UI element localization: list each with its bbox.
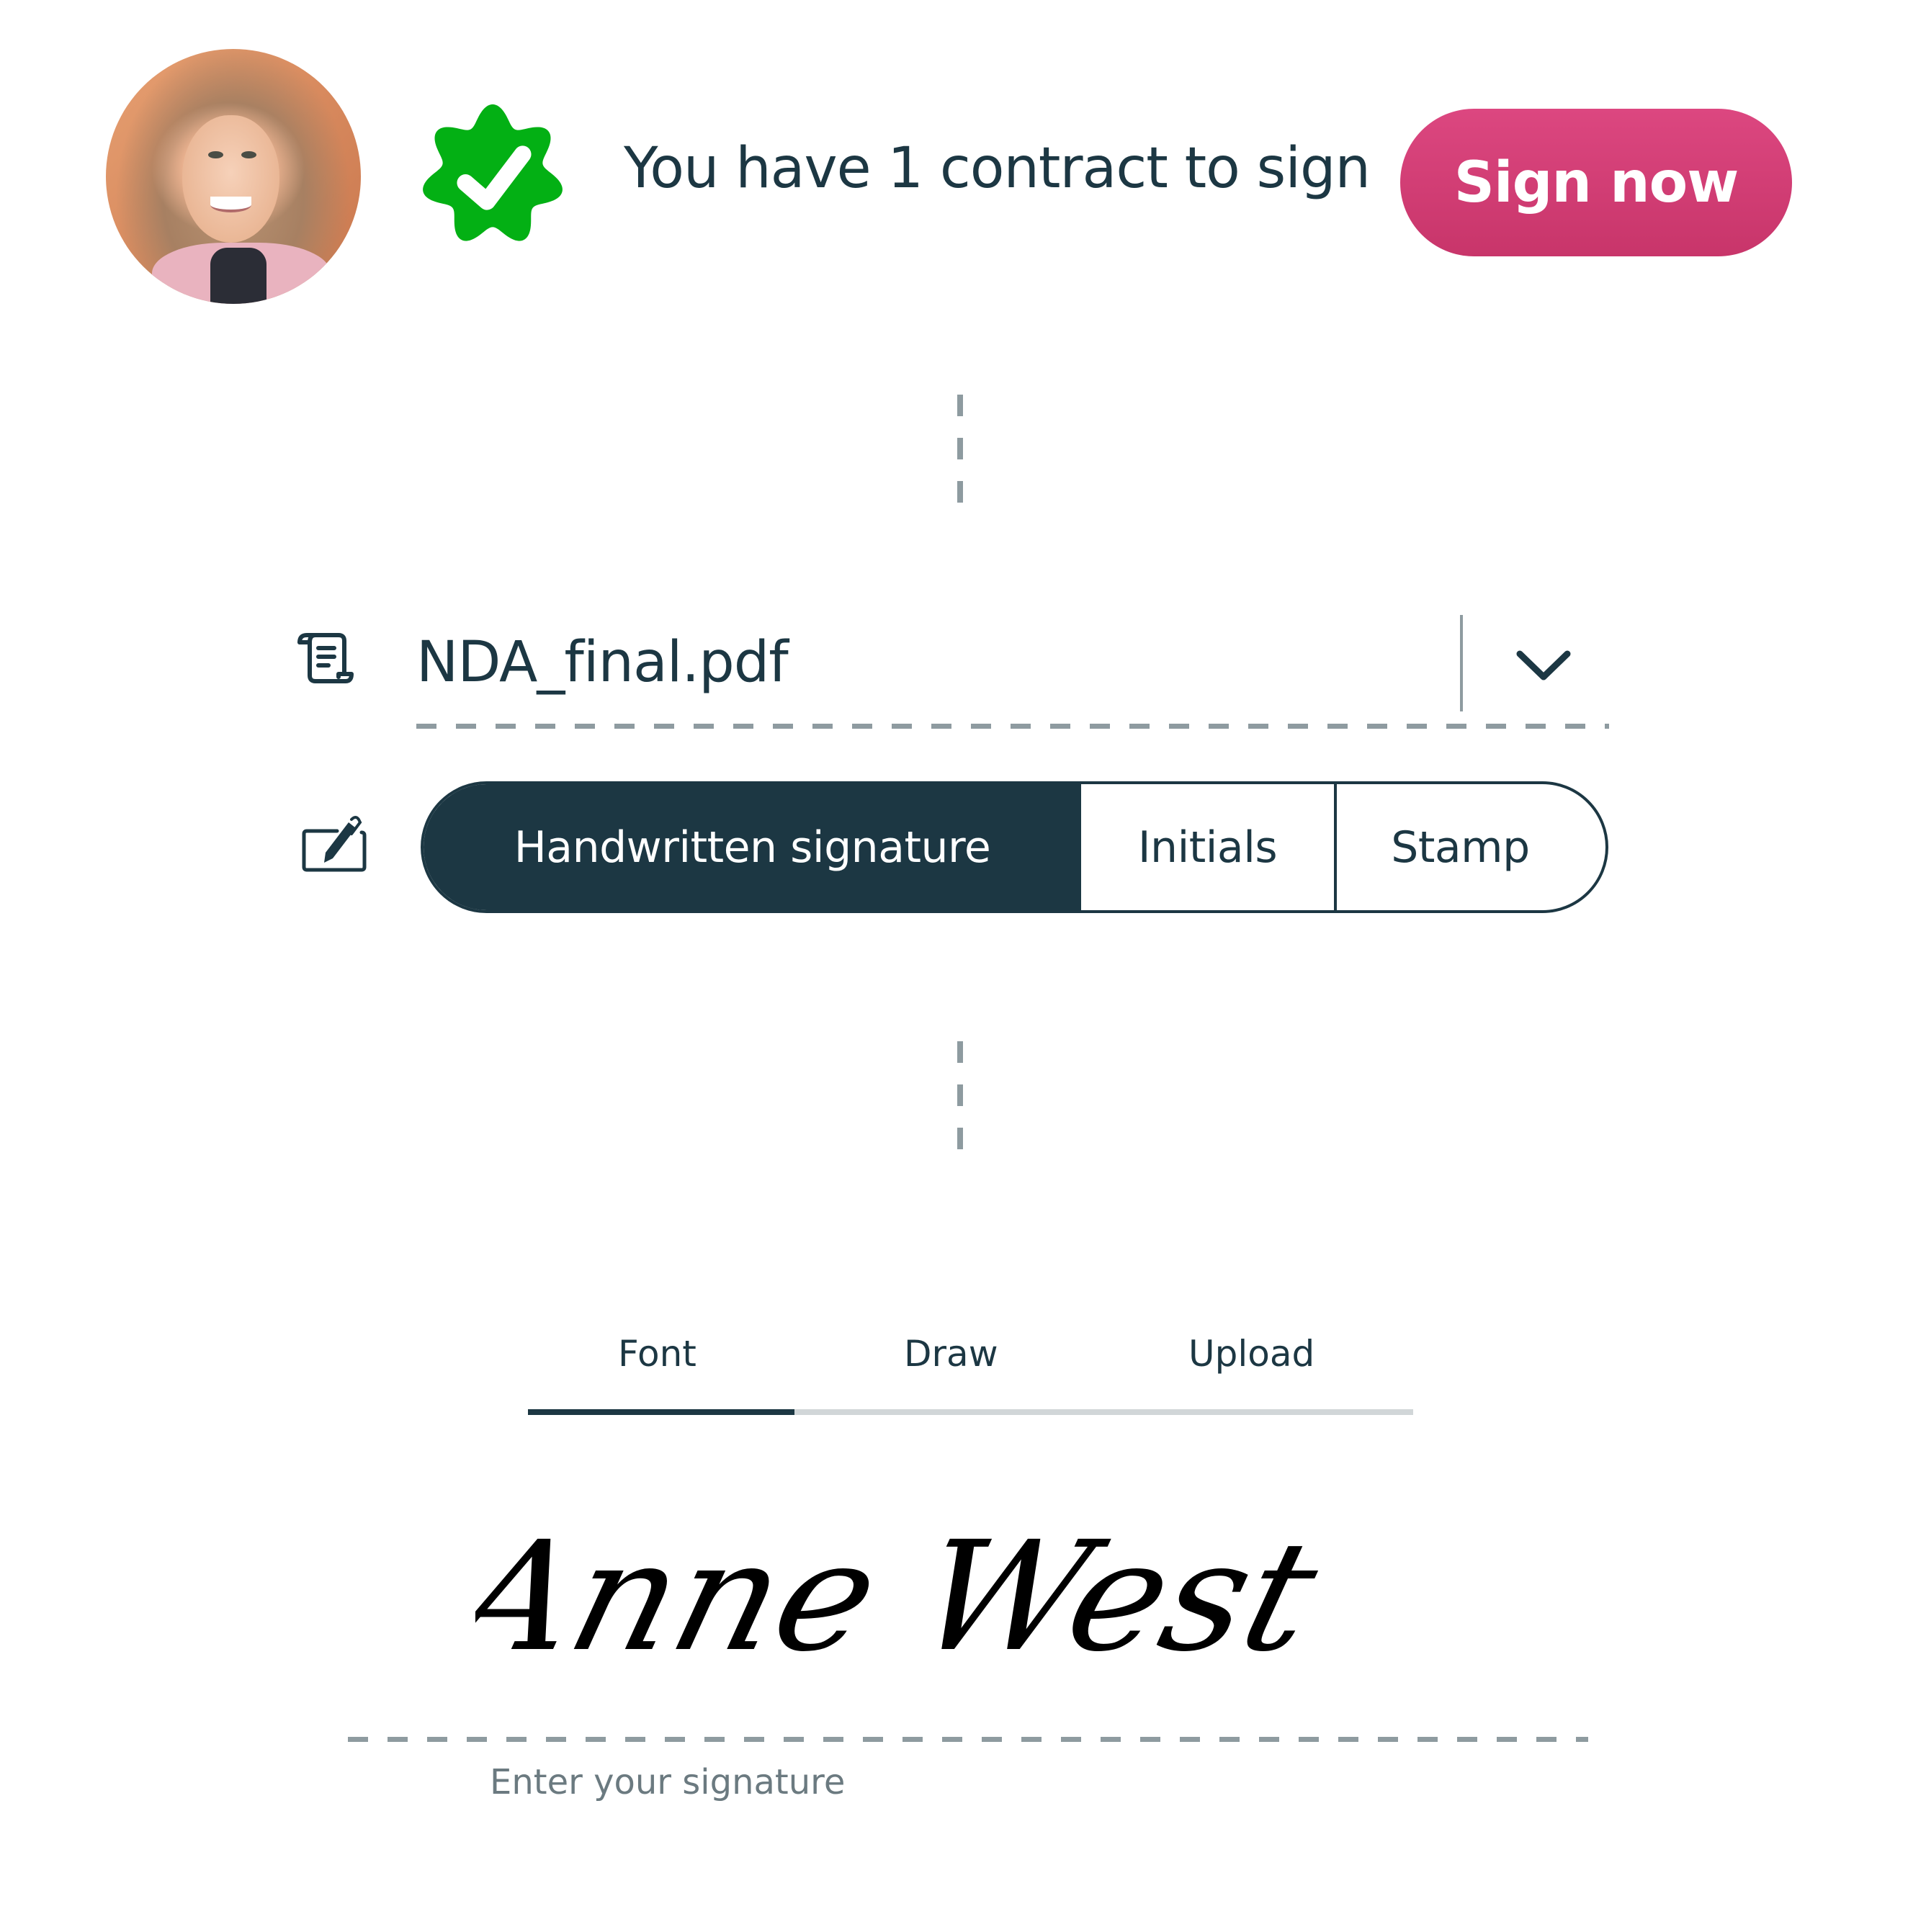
segment-label: Initials (1137, 822, 1278, 873)
segment-stamp[interactable]: Stamp (1337, 784, 1605, 910)
signature-field-underline (348, 1737, 1588, 1742)
avatar-mouth (210, 197, 251, 212)
signature-method-tabs: Font Draw Upload (528, 1325, 1413, 1415)
user-avatar (106, 49, 361, 304)
signature-preview[interactable]: Anne West (475, 1483, 1412, 1699)
avatar-eye (241, 150, 256, 159)
tab-upload[interactable]: Upload (1188, 1325, 1314, 1383)
segment-handwritten-signature[interactable]: Handwritten signature (424, 784, 1081, 910)
pending-contracts-message: You have 1 contract to sign (624, 136, 1371, 201)
document-file-name: NDA_final.pdf (416, 630, 789, 695)
chevron-down-icon[interactable] (1511, 645, 1576, 686)
flow-connector (957, 1041, 963, 1168)
tab-draw[interactable]: Draw (904, 1325, 998, 1383)
tab-font[interactable]: Font (618, 1325, 697, 1383)
document-field-underline (416, 724, 1609, 729)
sign-now-label: Sign now (1454, 150, 1739, 215)
segment-label: Stamp (1391, 822, 1530, 873)
tab-active-indicator (528, 1409, 794, 1415)
flow-connector (957, 395, 963, 521)
scroll-document-icon (297, 633, 354, 683)
pen-signature-icon (302, 816, 367, 872)
signature-text: Anne West (475, 1509, 1333, 1685)
verified-badge-icon (423, 104, 563, 241)
segment-initials[interactable]: Initials (1081, 784, 1337, 910)
avatar-eye (207, 150, 223, 159)
avatar-sweater (210, 248, 266, 304)
sign-now-button[interactable]: Sign now (1400, 109, 1792, 256)
signature-field-hint: Enter your signature (490, 1762, 846, 1802)
segment-label: Handwritten signature (514, 822, 991, 873)
signature-type-selector: Handwritten signature Initials Stamp (421, 781, 1608, 913)
dropdown-divider (1460, 615, 1463, 711)
avatar-face (182, 115, 279, 243)
